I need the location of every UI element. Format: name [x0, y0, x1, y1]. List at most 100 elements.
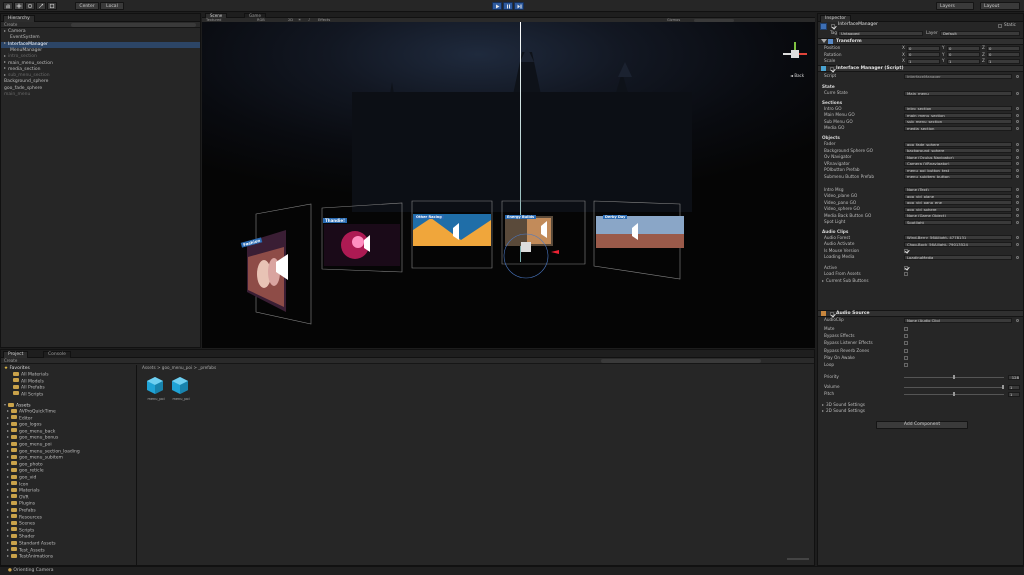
scale-tool-button[interactable] — [36, 2, 46, 10]
interface-manager-header[interactable]: Interface Manager (Script) — [818, 65, 1023, 72]
object-picker-icon[interactable] — [1016, 175, 1019, 179]
transform-x-field[interactable]: 0 — [907, 45, 940, 51]
tab-inspector[interactable]: Inspector — [820, 15, 851, 22]
object-picker-icon[interactable] — [1016, 107, 1019, 111]
object-picker-icon[interactable] — [1016, 155, 1019, 159]
breadcrumb[interactable]: Assets > goo_menu_poi > _prefabs — [142, 365, 216, 371]
audio-toggle-checkbox[interactable] — [904, 327, 908, 331]
gameobject-active-checkbox[interactable] — [831, 24, 835, 28]
chevron-right-icon[interactable] — [7, 443, 9, 445]
asset-folder[interactable]: Standard Assets — [1, 540, 136, 547]
object-picker-icon[interactable] — [1016, 201, 1019, 205]
transform-y-field[interactable]: 0 — [947, 45, 980, 51]
property-field[interactable]: goo_fade_sphere — [904, 141, 1012, 147]
object-picker-icon[interactable] — [1016, 214, 1019, 218]
property-field[interactable]: Wind-Berry_56Ailight- 4778131 — [904, 235, 1012, 241]
chevron-right-icon[interactable] — [7, 515, 9, 518]
scene-viewport[interactable]: Fashion Thandie! Other Racing Energy Bui… — [202, 22, 815, 348]
layout-dropdown[interactable]: Layout — [980, 2, 1020, 10]
hierarchy-create-button[interactable]: Create — [4, 22, 17, 27]
audio-source-header[interactable]: Audio Source — [818, 310, 1023, 317]
rect-tool-button[interactable] — [47, 2, 57, 10]
card-other-racing[interactable] — [411, 200, 493, 272]
asset-folder[interactable]: Plugins — [1, 500, 136, 507]
hierarchy-item[interactable]: Background_sphere — [1, 79, 200, 85]
asset-folder[interactable]: goo_reticle — [1, 467, 136, 474]
object-picker-icon[interactable] — [1016, 194, 1019, 198]
property-field[interactable]: None (Game Object) — [904, 213, 1012, 219]
priority-value[interactable]: 128 — [1008, 374, 1020, 380]
property-field[interactable]: Camera (VRnavigator) — [904, 161, 1012, 167]
property-field[interactable]: None (Oculus Navigator) — [904, 154, 1012, 160]
chevron-right-icon[interactable] — [4, 67, 6, 70]
layers-dropdown[interactable]: Layers — [936, 2, 974, 10]
hierarchy-item[interactable]: InterfaceManager — [1, 41, 200, 48]
property-field[interactable]: menu_poi_button_test — [904, 167, 1012, 173]
asset-folder[interactable]: AVProQuickTime — [1, 408, 136, 415]
asset-folder[interactable]: goo_menu_back — [1, 428, 136, 435]
hierarchy-item[interactable]: main_menu — [1, 92, 200, 98]
favorite-item[interactable]: All Models — [1, 378, 136, 385]
chevron-right-icon[interactable] — [7, 522, 9, 525]
asset-folder[interactable]: goo_menu_subitem — [1, 454, 136, 461]
flag-checkbox[interactable] — [904, 265, 908, 270]
pitch-value[interactable]: 1 — [1008, 391, 1020, 397]
object-picker-icon[interactable] — [1016, 142, 1019, 146]
transform-header[interactable]: Transform — [818, 38, 1023, 45]
property-field[interactable]: intro_section — [904, 106, 1012, 112]
asset-folder[interactable]: OVR — [1, 494, 136, 501]
property-field[interactable]: menu_subitem_button — [904, 174, 1012, 180]
property-field[interactable]: Spotlight — [904, 219, 1012, 225]
pivot-local-button[interactable]: Local — [100, 2, 124, 10]
object-picker-icon[interactable] — [1016, 318, 1019, 322]
scene-orientation-gizmo[interactable] — [780, 39, 810, 69]
audio-toggle-checkbox[interactable] — [904, 334, 908, 339]
tag-dropdown[interactable]: Untagged — [838, 31, 923, 36]
audio-toggle-checkbox[interactable] — [904, 355, 908, 360]
audio-toggle-checkbox[interactable] — [904, 341, 908, 346]
move-tool-button[interactable] — [14, 2, 24, 10]
card-fashion[interactable] — [246, 202, 316, 327]
object-picker-icon[interactable] — [1016, 255, 1019, 259]
object-picker-icon[interactable] — [1016, 91, 1019, 95]
asset-folder[interactable]: Icon — [1, 481, 136, 488]
object-picker-icon[interactable] — [1016, 74, 1019, 78]
gameobject-name-field[interactable]: InterfaceManager — [838, 22, 988, 28]
volume-slider-thumb[interactable] — [1002, 385, 1004, 389]
object-picker-icon[interactable] — [1016, 242, 1019, 246]
asset-folder[interactable]: Resources — [1, 514, 136, 521]
priority-slider-thumb[interactable] — [953, 375, 955, 379]
object-picker-icon[interactable] — [1016, 188, 1019, 192]
chevron-right-icon[interactable] — [7, 482, 9, 485]
chevron-right-icon[interactable] — [7, 542, 9, 544]
object-picker-icon[interactable] — [1016, 220, 1019, 224]
audio-source-enabled-checkbox[interactable] — [830, 312, 834, 316]
property-field[interactable]: media_section — [904, 125, 1012, 131]
audio-toggle-checkbox[interactable] — [904, 348, 908, 353]
hand-tool-button[interactable] — [3, 2, 13, 10]
asset-folder[interactable]: Materials — [1, 487, 136, 494]
chevron-right-icon[interactable] — [4, 29, 6, 32]
asset-folder[interactable]: goo_photo — [1, 461, 136, 468]
tab-hierarchy[interactable]: Hierarchy — [3, 15, 35, 22]
asset-folder[interactable]: TestAnimations — [1, 553, 136, 560]
chevron-right-icon[interactable] — [7, 509, 9, 511]
current-sub-buttons-foldout[interactable]: Current Sub Buttons — [822, 278, 1020, 284]
chevron-right-icon[interactable] — [7, 535, 9, 538]
object-picker-icon[interactable] — [1016, 207, 1019, 211]
object-picker-icon[interactable] — [1016, 168, 1019, 172]
transform-z-field[interactable]: 0 — [987, 52, 1020, 57]
property-field[interactable]: sub_menu_section — [904, 119, 1012, 125]
hierarchy-item[interactable]: goo_fade_sphere — [1, 86, 200, 92]
interface-manager-enabled-checkbox[interactable] — [830, 67, 834, 71]
chevron-right-icon[interactable] — [7, 456, 9, 459]
hierarchy-item[interactable]: intro_section — [1, 54, 200, 60]
asset-folder[interactable]: Prefabs — [1, 507, 136, 514]
chevron-right-icon[interactable] — [7, 489, 9, 492]
play-button[interactable] — [492, 2, 502, 10]
object-picker-icon[interactable] — [1016, 149, 1019, 153]
hierarchy-item[interactable]: EventSystem — [1, 35, 200, 41]
asset-folder[interactable]: goo_vid — [1, 474, 136, 481]
asset-folder[interactable]: goo_menu_bonus — [1, 434, 136, 441]
flag-checkbox[interactable] — [904, 272, 908, 277]
